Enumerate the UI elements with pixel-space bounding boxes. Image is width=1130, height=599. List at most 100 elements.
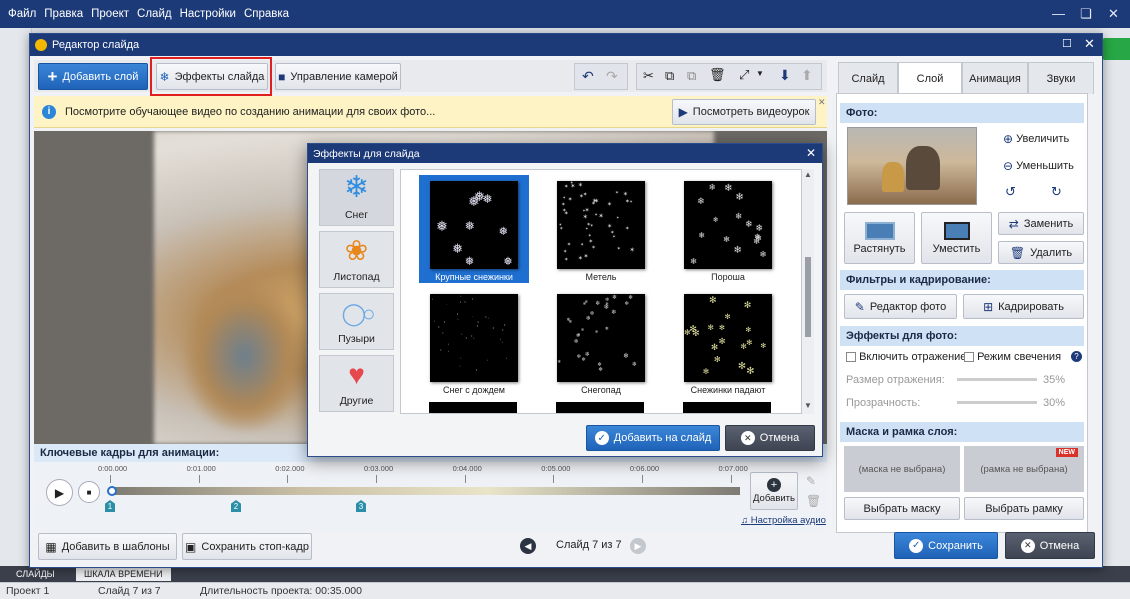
effects-cancel-button[interactable]: ✕ Отмена xyxy=(725,425,815,451)
snowflake-particle: • xyxy=(471,334,473,339)
undo-icon[interactable]: ↶ xyxy=(582,68,594,85)
effect-thumbnail-partial[interactable] xyxy=(556,402,644,413)
cancel-button[interactable]: ✕ Отмена xyxy=(1005,532,1095,559)
reflection-size-slider[interactable] xyxy=(957,378,1037,381)
reflection-size-value[interactable]: 35% xyxy=(1043,374,1065,386)
frame-preview[interactable]: (рамка не выбрана) NEW xyxy=(964,446,1084,492)
playhead[interactable] xyxy=(107,486,117,496)
effect-tile[interactable]: ❄ ❄ ❄ ❄ ❄ ❄ ❄ ❄ ❄ ❄ ❄ ❄ ❄ ❄ ❄ ❄ ❄ ❄ ❄ ❄ ❄ ❄ ❄ ❄ ❄ ❄ ❄ ❄ Снегопад xyxy=(546,288,656,396)
effect-tile[interactable]: • • • • • • • • • • • • • • • • • • • • • • • • • • • • • • • • • • • Снег… xyxy=(419,288,529,396)
add-layer-button[interactable]: + Добавить слой xyxy=(38,63,148,90)
snowflake-particle: ❄ xyxy=(577,331,581,337)
replace-button[interactable]: ⇄ Заменить xyxy=(998,212,1084,235)
tab-sounds[interactable]: Звуки xyxy=(1028,62,1094,94)
minimize-icon[interactable]: — xyxy=(1052,6,1065,21)
camera-control-button[interactable]: ■ Управление камерой xyxy=(275,63,401,90)
menu-slide[interactable]: Слайд xyxy=(137,8,172,20)
category-snow[interactable]: ❄ Снег xyxy=(319,169,394,226)
keyframe-marker[interactable]: 3 xyxy=(356,500,366,512)
menu-edit[interactable]: Правка xyxy=(44,8,83,20)
effect-tile[interactable]: ✶ ✶ ✶ ✶ ✶ ✶ ✶ ✶ ✶ ✶ ✶ ✶ ✶ ✶ ✶ ✶ ✶ ✶ ✶ ✶ ✶ ✶ ✶ ✶ ✶ ✶ ✶ ✶ ✶ ✶ ✶ ✶ ✶ ✶ ✶ ✶ ✶ ✶ ✶ ✶… xyxy=(546,175,656,283)
add-to-templates-button[interactable]: ▦ Добавить в шаблоны xyxy=(38,533,177,560)
scroll-thumb[interactable] xyxy=(805,257,811,337)
right-toolstrip xyxy=(1102,28,1130,568)
effect-tile[interactable]: ❄ ❄ ❄ ❄ ❄ ❄ ❄ ❄ ❄ ❄ ❄ ❄ ❄ ❄ ❄ ❄ Пороша xyxy=(673,175,783,283)
fit-screen-icon[interactable]: ⤢ xyxy=(739,67,749,83)
zoom-out-button[interactable]: ⊖ Уменьшить xyxy=(1003,159,1074,173)
rotate-left-icon[interactable]: ↺ xyxy=(1005,184,1016,200)
mask-preview[interactable]: (маска не выбрана) xyxy=(844,446,960,492)
scroll-down-icon[interactable]: ▼ xyxy=(804,401,812,410)
timeline-tick xyxy=(641,475,643,483)
choose-frame-button[interactable]: Выбрать рамку xyxy=(964,497,1084,520)
audio-settings-link[interactable]: ♫ Настройка аудио xyxy=(741,515,826,526)
transparency-slider[interactable] xyxy=(957,401,1037,404)
move-down-icon[interactable]: ⬇ xyxy=(779,67,791,84)
effects-scrollbar[interactable]: ▲ ▼ xyxy=(802,169,814,414)
maximize-icon[interactable]: ☐ xyxy=(1062,37,1072,50)
redo-icon[interactable]: ↷ xyxy=(606,68,618,85)
close-icon[interactable]: ✕ xyxy=(806,146,816,160)
tab-timeline[interactable]: ШКАЛА ВРЕМЕНИ xyxy=(76,567,171,581)
green-action-tab[interactable] xyxy=(1102,38,1130,60)
scroll-up-icon[interactable]: ▲ xyxy=(804,170,812,179)
chevron-down-icon[interactable]: ▼ xyxy=(756,69,764,78)
menu-settings[interactable]: Настройки xyxy=(180,8,236,20)
category-other[interactable]: ♥ Другие xyxy=(319,355,394,412)
photo-editor-button[interactable]: ✎ Редактор фото xyxy=(844,294,957,319)
tab-animation[interactable]: Анимация xyxy=(962,62,1028,94)
close-icon[interactable]: ✕ xyxy=(1108,6,1119,22)
menu-file[interactable]: Файл xyxy=(8,8,36,20)
effect-thumbnail-partial[interactable] xyxy=(429,402,517,413)
transparency-value[interactable]: 30% xyxy=(1043,397,1065,409)
save-button[interactable]: ✓ Сохранить xyxy=(894,532,998,559)
maximize-icon[interactable]: ❏ xyxy=(1080,6,1092,22)
tab-slides[interactable]: СЛАЙДЫ xyxy=(8,567,63,581)
tab-slide[interactable]: Слайд xyxy=(838,62,898,94)
choose-mask-button[interactable]: Выбрать маску xyxy=(844,497,960,520)
window-titlebar: Редактор слайда ☐ ✕ xyxy=(30,34,1102,56)
timeline-tick xyxy=(375,475,377,483)
cut-icon[interactable]: ✂ xyxy=(643,68,654,84)
menu-project[interactable]: Проект xyxy=(91,8,129,20)
zoom-in-button[interactable]: ⊕ Увеличить xyxy=(1003,132,1069,146)
stretch-button[interactable]: Растянуть xyxy=(844,212,915,264)
add-to-slide-button[interactable]: ✓ Добавить на слайд xyxy=(586,425,720,451)
keyframe-marker[interactable]: 1 xyxy=(105,500,115,512)
fit-button[interactable]: Уместить xyxy=(921,212,992,264)
play-button[interactable]: ▶ xyxy=(46,479,73,506)
delete-photo-button[interactable]: 🗑 Удалить xyxy=(998,241,1084,264)
timeline-track[interactable] xyxy=(110,487,740,495)
photo-thumbnail[interactable] xyxy=(847,127,977,205)
category-leaf-fall[interactable]: ❀ Листопад xyxy=(319,231,394,288)
effect-thumbnail-partial[interactable] xyxy=(683,402,771,413)
watch-tutorial-button[interactable]: ▶ Посмотреть видеоурок xyxy=(672,99,816,125)
crop-button[interactable]: ⊞ Кадрировать xyxy=(963,294,1084,319)
snowflake-particle: • xyxy=(477,319,479,325)
timeline-tick xyxy=(198,475,200,483)
delete-keyframe-icon[interactable]: 🗑 xyxy=(806,494,821,508)
edit-keyframe-icon[interactable]: ✎ xyxy=(806,474,816,488)
prev-slide-icon[interactable]: ◀ xyxy=(520,538,536,554)
paste-icon[interactable]: ⧉ xyxy=(687,68,696,84)
category-bubbles[interactable]: ◯○ Пузыри xyxy=(319,293,394,350)
move-up-icon[interactable]: ⬆ xyxy=(801,67,813,84)
stop-button[interactable]: ■ xyxy=(78,481,100,503)
copy-icon[interactable]: ⧉ xyxy=(665,68,674,84)
rotate-right-icon[interactable]: ↻ xyxy=(1051,184,1062,200)
add-keyframe-button[interactable]: + Добавить xyxy=(750,472,798,510)
close-hint-icon[interactable]: ✕ xyxy=(818,97,826,108)
tab-layer[interactable]: Слой xyxy=(898,62,962,95)
keyframe-marker[interactable]: 2 xyxy=(231,500,241,512)
effect-tile[interactable]: ✻ ✻ ✻ ✻ ✻ ✻ ✻ ✻ ✻ ✻ ✻ ✻ ✻ ✻ ✻ ✻ ✻ ✻ Снежинки падают xyxy=(673,288,783,396)
reflection-checkbox[interactable]: Включить отражение xyxy=(846,351,966,363)
tutorial-hint-bar: i Посмотрите обучающее видео по созданию… xyxy=(34,96,827,128)
close-icon[interactable]: ✕ xyxy=(1084,36,1095,52)
menu-help[interactable]: Справка xyxy=(244,8,289,20)
help-icon[interactable]: ? xyxy=(1071,351,1082,362)
save-frame-button[interactable]: ▣ Сохранить стоп-кадр xyxy=(182,533,312,560)
delete-icon[interactable]: 🗑 xyxy=(709,67,726,83)
next-slide-icon[interactable]: ▶ xyxy=(630,538,646,554)
glow-checkbox[interactable]: Режим свечения xyxy=(964,351,1061,363)
effect-tile[interactable]: ❅ ❅ ❅ ❅ ❅ ❅ ❅ ❅ ❅ Крупные снежинки xyxy=(419,175,529,283)
